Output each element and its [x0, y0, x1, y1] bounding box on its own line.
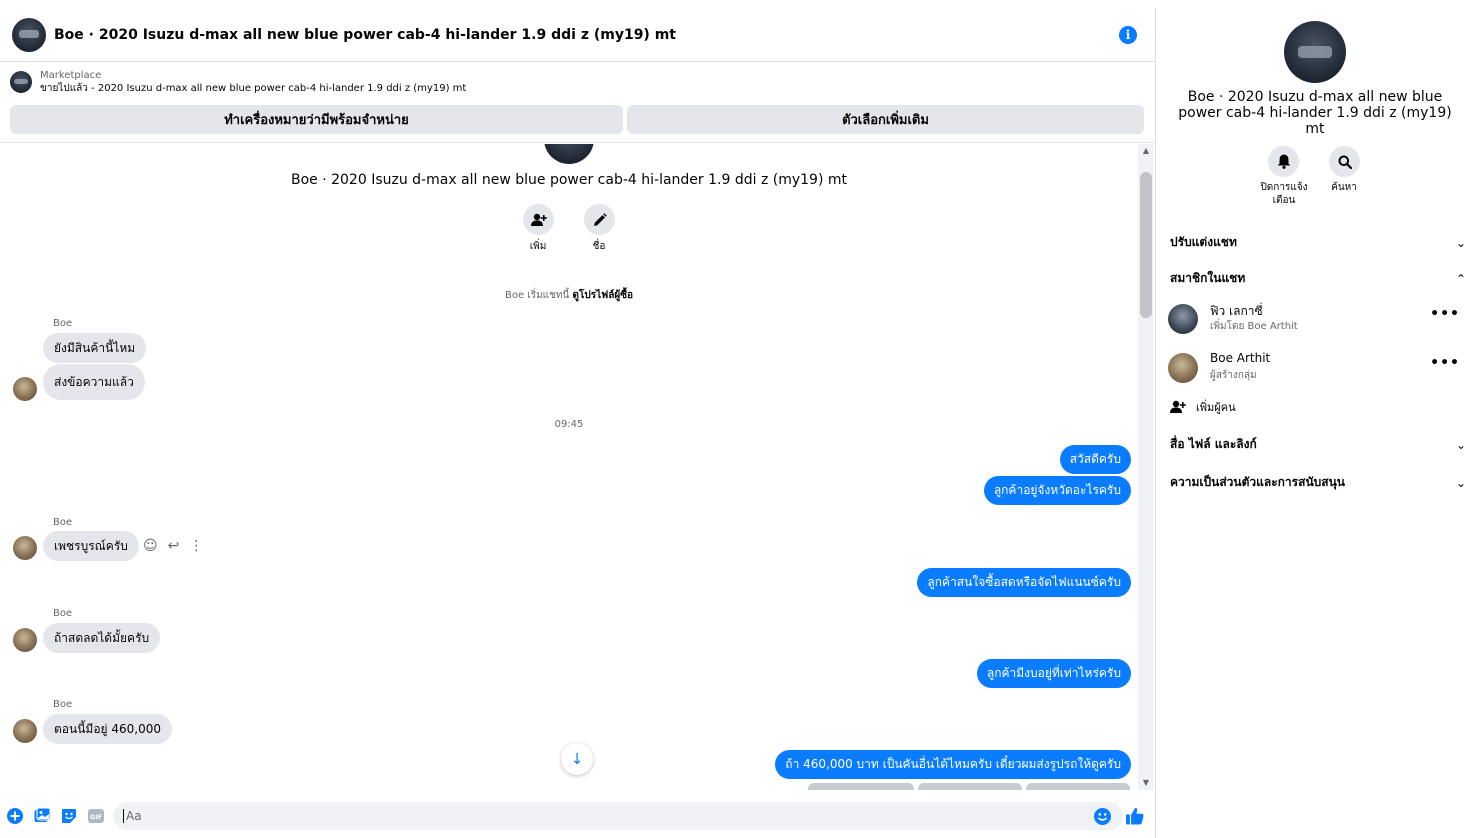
photo-preview[interactable] [918, 783, 1022, 790]
svg-text:GIF: GIF [90, 813, 102, 821]
sticker-icon[interactable] [61, 808, 77, 824]
scroll-to-bottom-button[interactable]: ↓ [561, 743, 593, 775]
listing-status: ขายไปแล้ว - 2020 Isuzu d-max all new blu… [40, 83, 467, 94]
edit-name-button[interactable] [584, 204, 615, 235]
message-list[interactable]: Boe · 2020 Isuzu d-max all new blue powe… [0, 144, 1138, 790]
mark-available-button[interactable]: ทำเครื่องหมายว่ามีพร้อมจำหน่าย [10, 105, 623, 134]
chevron-down-icon: ⌄ [1455, 437, 1466, 452]
chat-title[interactable]: Boe · 2020 Isuzu d-max all new blue powe… [54, 27, 676, 43]
photo-icon[interactable] [34, 808, 50, 824]
chat-profile-avatar [544, 144, 594, 164]
sender-name: Boe [53, 318, 73, 329]
marketplace-label: Marketplace [40, 70, 102, 81]
info-icon[interactable]: i [1119, 26, 1137, 44]
scroll-down-arrow-icon[interactable]: ▼ [1138, 776, 1154, 790]
sender-avatar[interactable] [13, 377, 37, 401]
message-bubble[interactable]: ยังมีสินค้านี้ไหม [43, 333, 147, 363]
add-member-label: เพิ่ม [529, 241, 547, 252]
react-icon[interactable]: ☺ [143, 538, 158, 554]
sender-avatar[interactable] [13, 628, 37, 652]
message-bubble[interactable]: ส่งข้อความแล้ว [43, 364, 145, 400]
message-bubble[interactable]: เพชรบูรณ์ครับ [43, 531, 139, 561]
search-label: ค้นหา [1331, 182, 1357, 193]
privacy-support-label: ความเป็นส่วนตัวและการสนับสนุน [1170, 475, 1345, 489]
marketplace-bar: Marketplace ขายไปแล้ว - 2020 Isuzu d-max… [0, 63, 1155, 143]
chevron-up-icon: ⌃ [1455, 271, 1466, 286]
chat-info-panel: Boe · 2020 Isuzu d-max all new blue powe… [1155, 8, 1480, 838]
edit-name-label: ชื่อ [592, 241, 606, 252]
chat-header: Boe · 2020 Isuzu d-max all new blue powe… [0, 8, 1155, 62]
emoji-icon[interactable] [1094, 808, 1111, 825]
chat-started-notice: Boe เริ่มแชทนี้ ดูโปรไฟล์ผู้ซื้อ [0, 288, 1138, 303]
chat-avatar[interactable] [12, 17, 46, 52]
chat-profile-name: Boe · 2020 Isuzu d-max all new blue powe… [290, 172, 847, 188]
sender-avatar[interactable] [13, 719, 37, 743]
search-icon [1338, 155, 1352, 169]
message-bubble[interactable]: ถ้า 460,000 บาท เป็นคันอื่นได้ไหมครับ เด… [775, 750, 1131, 779]
listing-thumbnail [10, 71, 32, 93]
marketplace-listing[interactable]: Marketplace ขายไปแล้ว - 2020 Isuzu d-max… [10, 69, 466, 95]
add-people-button[interactable]: เพิ่มผู้คน [1170, 398, 1236, 416]
mute-label: ปิดการแจ้งเตือน [1260, 182, 1308, 206]
bell-icon [1277, 154, 1290, 169]
more-options-icon[interactable]: ••• [1430, 306, 1460, 322]
customize-chat-section[interactable]: ปรับแต่งแชท ⌄ [1170, 233, 1466, 252]
message-bubble[interactable]: สวัสดีครับ [1059, 445, 1131, 474]
more-options-icon[interactable]: ••• [1430, 355, 1460, 371]
reply-icon[interactable]: ↩ [168, 538, 180, 554]
messenger-app: Boe · 2020 Isuzu d-max all new blue powe… [0, 0, 1480, 838]
sender-name: Boe [53, 608, 73, 619]
privacy-support-section[interactable]: ความเป็นส่วนตัวและการสนับสนุน ⌄ [1170, 473, 1466, 492]
more-options-button[interactable]: ตัวเลือกเพิ่มเติม [627, 105, 1144, 134]
member-item[interactable]: Boe Arthit ผู้สร้างกลุ่ม ••• [1168, 351, 1468, 387]
plus-circle-icon[interactable] [7, 808, 23, 824]
member-avatar [1168, 353, 1198, 383]
add-member-button[interactable] [523, 204, 554, 235]
chat-members-section[interactable]: สมาชิกในแชท ⌃ [1170, 269, 1466, 288]
message-actions: ☺ ↩ ⋮ [143, 538, 203, 554]
group-avatar[interactable] [1284, 21, 1346, 83]
message-bubble[interactable]: ถ้าสดลดได้มั้ยครับ [43, 623, 161, 653]
member-avatar [1168, 304, 1198, 334]
message-bubble[interactable]: ลูกค้าสนใจซื้อสดหรือจัดไฟแนนซ์ครับ [917, 568, 1131, 597]
add-people-label: เพิ่มผู้คน [1196, 401, 1236, 414]
sender-name: Boe [53, 517, 73, 528]
chat-scrollbar[interactable]: ▲ ▼ [1138, 144, 1154, 790]
gif-icon[interactable]: GIF [88, 808, 104, 824]
chevron-down-icon: ⌄ [1455, 235, 1466, 250]
media-files-links-section[interactable]: สื่อ ไฟล์ และลิงก์ ⌄ [1170, 435, 1466, 454]
chat-started-text: Boe เริ่มแชทนี้ [504, 290, 570, 301]
customize-chat-label: ปรับแต่งแชท [1170, 235, 1237, 249]
message-input-placeholder: Aa [126, 809, 142, 823]
view-buyer-profile-link[interactable]: ดูโปรไฟล์ผู้ซื้อ [573, 290, 633, 301]
add-person-icon [530, 213, 547, 226]
photo-preview[interactable] [808, 783, 914, 790]
photo-preview[interactable] [1026, 783, 1130, 790]
member-subtitle: เพิ่มโดย Boe Arthit [1210, 321, 1298, 332]
member-name: Boe Arthit [1210, 351, 1271, 365]
message-bubble[interactable]: ลูกค้าอยู่จังหวัดอะไรครับ [983, 476, 1131, 505]
sender-name: Boe [53, 699, 73, 710]
add-person-icon [1170, 400, 1186, 413]
message-composer: GIF Aa [0, 798, 1155, 838]
mute-button[interactable] [1268, 146, 1299, 177]
scroll-up-arrow-icon[interactable]: ▲ [1138, 144, 1154, 158]
chevron-down-icon: ⌄ [1455, 475, 1466, 490]
message-bubble[interactable]: ตอนนี้มีอยู่ 460,000 [43, 714, 172, 744]
pencil-icon [593, 212, 607, 226]
member-subtitle: ผู้สร้างกลุ่ม [1210, 370, 1257, 381]
message-input[interactable]: Aa [113, 802, 1123, 830]
message-bubble[interactable]: ลูกค้ามีงบอยู่ที่เท่าไหร่ครับ [976, 659, 1131, 688]
timestamp: 09:45 [554, 419, 584, 430]
scrollbar-thumb[interactable] [1140, 172, 1152, 318]
group-title: Boe · 2020 Isuzu d-max all new blue powe… [1178, 89, 1452, 137]
sender-avatar[interactable] [13, 536, 37, 560]
like-icon[interactable] [1126, 807, 1144, 825]
search-button[interactable] [1329, 146, 1360, 177]
member-item[interactable]: ฟิว เลกาซี่ เพิ่มโดย Boe Arthit ••• [1168, 302, 1468, 338]
chat-members-label: สมาชิกในแชท [1170, 271, 1246, 285]
more-icon[interactable]: ⋮ [189, 538, 203, 554]
media-files-links-label: สื่อ ไฟล์ และลิงก์ [1170, 437, 1257, 451]
